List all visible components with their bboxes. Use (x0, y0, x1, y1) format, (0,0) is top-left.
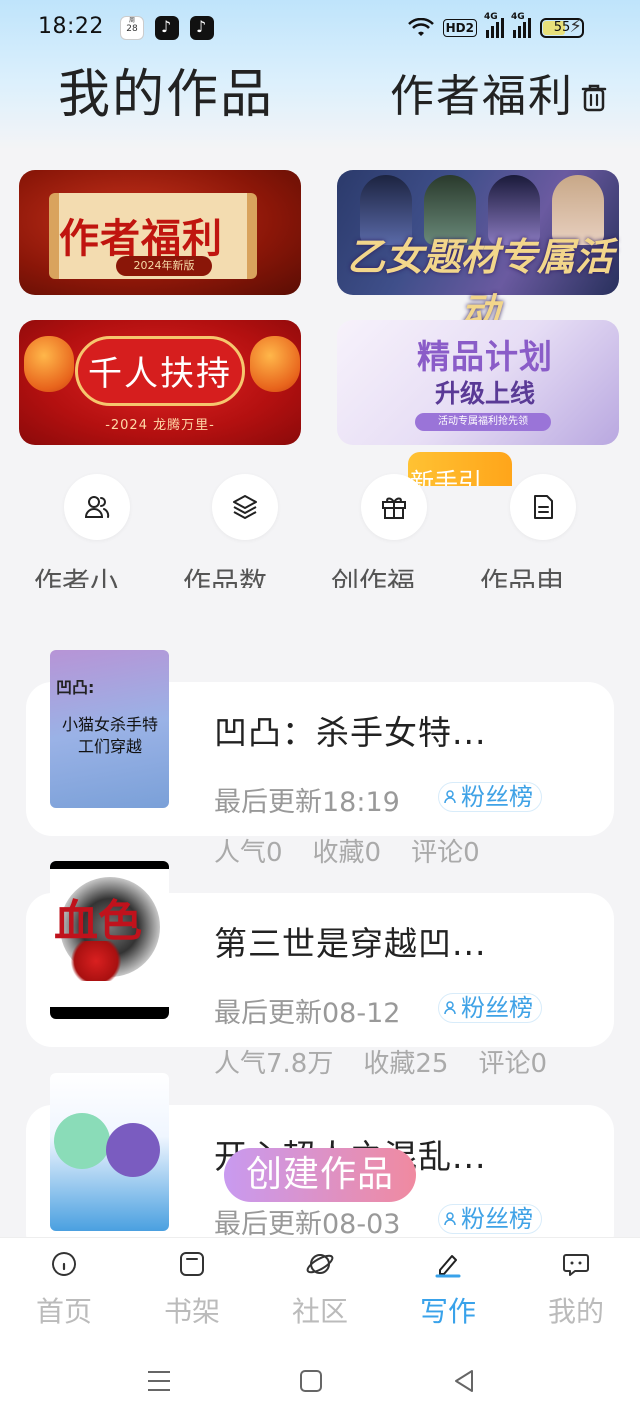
quick-action-label: 作者小 (34, 566, 119, 588)
work-title: 凹凸：杀手女特... (214, 713, 487, 752)
lantern-decoration (24, 336, 74, 392)
work-data-button[interactable] (212, 474, 278, 540)
work-application-button[interactable] (510, 474, 576, 540)
quick-action-label: 作品数 (183, 566, 268, 588)
status-bar: 18:22 周28 HD2 4G 4G 55 ⚡ (0, 0, 640, 56)
home-square-icon[interactable] (299, 1369, 323, 1393)
wifi-icon (407, 18, 434, 36)
person-icon (444, 1212, 456, 1226)
person-icon (444, 790, 456, 804)
back-icon[interactable] (452, 1369, 476, 1393)
creation-benefits-button[interactable] (361, 474, 427, 540)
work-stats: 人气0 收藏0 评论0 (214, 838, 480, 868)
quick-action-label: 创作福 (331, 566, 416, 588)
work-stats: 人气7.8万 收藏25 评论0 (214, 1049, 547, 1079)
pen-icon (435, 1255, 461, 1278)
quick-action-label: 作品申 (480, 566, 565, 588)
author-group-button[interactable] (64, 474, 130, 540)
gift-icon (382, 497, 406, 519)
system-nav-bar (0, 1337, 640, 1422)
bottom-nav: 首页 书架 社区 写作 我的 (0, 1237, 640, 1337)
tiktok-icon (190, 16, 214, 40)
banner-subtitle: -2024 龙腾万里- (105, 418, 215, 433)
document-icon (534, 495, 553, 519)
page-title: 我的作品 (58, 65, 275, 125)
banner-subtitle: 2024年新版 (116, 256, 212, 276)
calendar-icon: 周 28 (120, 16, 144, 40)
signal-icon: 4G (511, 12, 531, 38)
planet-icon (306, 1254, 334, 1274)
banner-title: 千人扶持 (88, 354, 232, 394)
work-last-update: 最后更新18:19 (214, 787, 400, 818)
trash-icon[interactable] (580, 82, 608, 112)
signal-icon: 4G (484, 12, 504, 38)
tiktok-icon (155, 16, 179, 40)
work-cover[interactable]: 血色 (50, 861, 169, 1019)
fans-ranking-button[interactable]: 粉丝榜 (438, 1204, 542, 1234)
layers-icon (233, 495, 257, 519)
lantern-decoration (250, 336, 300, 392)
person-icon (444, 1001, 456, 1015)
menu-icon[interactable] (146, 1369, 172, 1393)
work-cover[interactable]: 凹凸: 小猫女杀手特工们穿越 (50, 650, 169, 808)
bookshelf-icon (180, 1252, 204, 1276)
work-title: 第三世是穿越凹... (214, 924, 487, 963)
home-icon (52, 1252, 76, 1276)
banner-title: 精品计划 (417, 337, 553, 376)
work-last-update: 最后更新08-12 (214, 998, 401, 1029)
status-time: 18:22 (38, 14, 104, 39)
work-last-update: 最后更新08-03 (214, 1209, 401, 1240)
status-right: HD2 4G 4G 55 (407, 12, 584, 42)
create-work-button[interactable]: 创建作品 (224, 1148, 416, 1202)
fans-ranking-button[interactable]: 粉丝榜 (438, 782, 542, 812)
author-benefits-tab[interactable]: 作者福利 (390, 60, 574, 124)
chat-icon (563, 1254, 589, 1276)
work-cover[interactable] (50, 1073, 169, 1231)
charging-icon: ⚡ (569, 16, 582, 37)
new-user-guide-tag[interactable]: 新手引 (408, 452, 512, 486)
users-icon (84, 496, 110, 518)
banner-badge: 活动专属福利抢先领 (415, 413, 551, 431)
banner-subtitle: 升级上线 (434, 379, 535, 408)
fans-ranking-button[interactable]: 粉丝榜 (438, 993, 542, 1023)
hd-badge: HD2 (442, 19, 477, 37)
